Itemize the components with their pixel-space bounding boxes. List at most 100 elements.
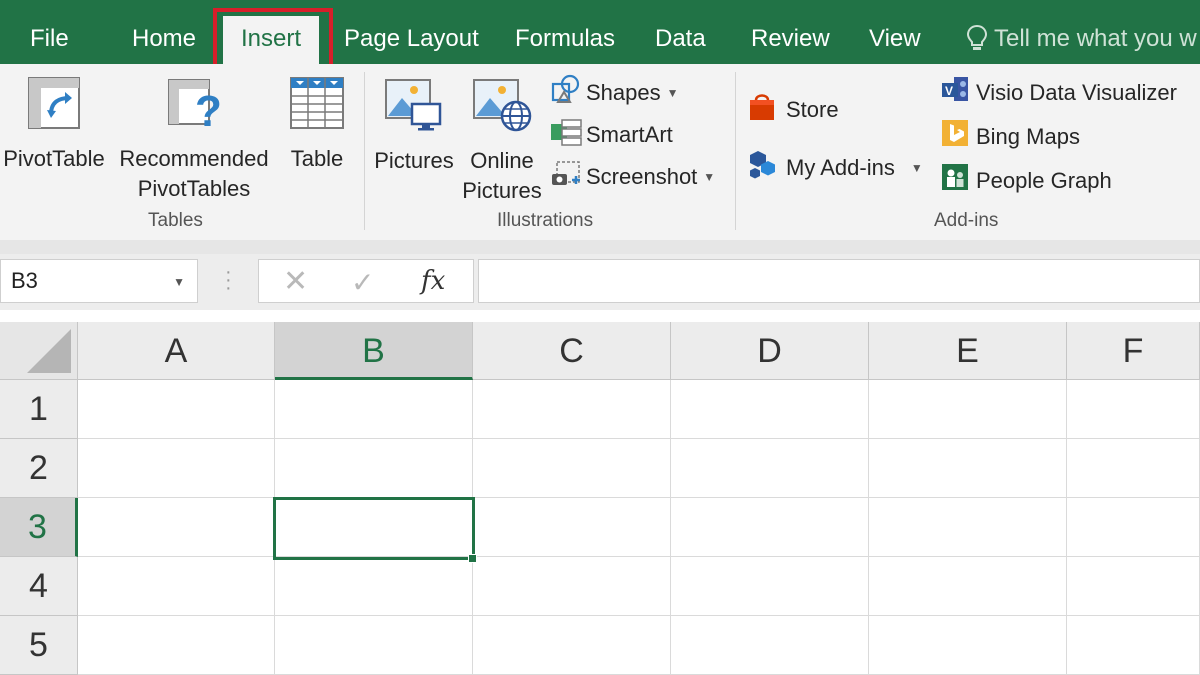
cell-f5[interactable]: [1067, 616, 1200, 675]
select-all-button[interactable]: [0, 322, 78, 380]
pictures-label: Pictures: [374, 148, 454, 173]
cell-c5[interactable]: [473, 616, 671, 675]
cell-e3[interactable]: [869, 498, 1067, 557]
online-pictures-icon: [460, 74, 544, 142]
cell-b3[interactable]: [275, 498, 473, 557]
group-label-addins: Add-ins: [934, 210, 999, 231]
tab-page-layout[interactable]: Page Layout: [344, 22, 479, 56]
group-label-illustrations: Illustrations: [497, 210, 594, 231]
smartart-button[interactable]: SmartArt: [550, 116, 673, 154]
cell-e1[interactable]: [869, 380, 1067, 439]
cell-f4[interactable]: [1067, 557, 1200, 616]
cell-a5[interactable]: [78, 616, 275, 675]
smartart-label: SmartArt: [586, 122, 673, 147]
row-header-3[interactable]: 3: [0, 498, 78, 557]
smartart-icon: [550, 116, 586, 154]
cell-d3[interactable]: [671, 498, 869, 557]
column-header-b[interactable]: B: [275, 322, 473, 380]
tell-me-search[interactable]: Tell me what you w: [966, 22, 1197, 62]
name-box[interactable]: B3 ▼: [0, 259, 198, 303]
visio-data-visualizer-button[interactable]: V Visio Data Visualizer: [940, 74, 1177, 112]
recommended-pivottables-button[interactable]: ? Recommended PivotTables: [114, 74, 274, 204]
insert-function-icon[interactable]: fx: [421, 266, 445, 296]
cell-a2[interactable]: [78, 439, 275, 498]
my-addins-button[interactable]: My Add-ins ▼: [746, 148, 923, 188]
ribbon-insert: PivotTable ? Recommended PivotTables Tab…: [0, 64, 1200, 240]
chevron-down-icon: ▼: [910, 161, 923, 175]
cell-c1[interactable]: [473, 380, 671, 439]
drag-handle-icon[interactable]: · · ·: [225, 262, 232, 298]
people-graph-label: People Graph: [976, 168, 1112, 193]
tab-file[interactable]: File: [30, 22, 69, 56]
row-header-2[interactable]: 2: [0, 439, 78, 498]
my-addins-icon: [746, 148, 782, 188]
recommended-label-line2: PivotTables: [137, 176, 251, 201]
lightbulb-icon: [966, 24, 988, 62]
cell-b4[interactable]: [275, 557, 473, 616]
column-header-e[interactable]: E: [869, 322, 1067, 380]
enter-check-icon[interactable]: ✓: [351, 266, 374, 299]
tab-home[interactable]: Home: [132, 22, 196, 56]
screenshot-icon: [550, 158, 586, 196]
spreadsheet-grid: A B C D E F 1 2 3 4 5: [0, 322, 1200, 675]
fill-handle[interactable]: [468, 554, 477, 563]
online-pictures-button[interactable]: Online Pictures: [460, 74, 544, 206]
tab-formulas[interactable]: Formulas: [515, 22, 615, 56]
column-header-c[interactable]: C: [473, 322, 671, 380]
cell-c4[interactable]: [473, 557, 671, 616]
cancel-icon[interactable]: ✕: [283, 264, 308, 299]
cell-d1[interactable]: [671, 380, 869, 439]
row-header-4[interactable]: 4: [0, 557, 78, 616]
tab-review[interactable]: Review: [751, 22, 830, 56]
cell-d5[interactable]: [671, 616, 869, 675]
store-button[interactable]: Store: [746, 90, 839, 130]
bing-maps-icon: [940, 118, 976, 156]
ribbon-tab-bar: File Home Insert Page Layout Formulas Da…: [0, 0, 1200, 64]
cell-a4[interactable]: [78, 557, 275, 616]
svg-text:V: V: [945, 84, 953, 98]
pictures-button[interactable]: Pictures: [372, 74, 456, 176]
bing-maps-label: Bing Maps: [976, 124, 1080, 149]
row-header-5[interactable]: 5: [0, 616, 78, 675]
chevron-down-icon: ▼: [666, 86, 679, 100]
column-header-d[interactable]: D: [671, 322, 869, 380]
screenshot-button[interactable]: Screenshot ▼: [550, 158, 715, 196]
tell-me-text: Tell me what you w: [994, 25, 1197, 52]
bing-maps-button[interactable]: Bing Maps: [940, 118, 1080, 156]
cell-c3[interactable]: [473, 498, 671, 557]
pictures-icon: [372, 74, 456, 142]
cell-b1[interactable]: [275, 380, 473, 439]
cell-e4[interactable]: [869, 557, 1067, 616]
cell-c2[interactable]: [473, 439, 671, 498]
tab-insert[interactable]: Insert: [223, 16, 320, 64]
table-button[interactable]: Table: [282, 74, 352, 174]
name-box-value: B3: [11, 268, 38, 293]
recommended-label-line1: Recommended: [119, 146, 269, 171]
cell-a3[interactable]: [78, 498, 275, 557]
chevron-down-icon[interactable]: ▼: [173, 275, 185, 289]
cell-d4[interactable]: [671, 557, 869, 616]
shapes-button[interactable]: Shapes ▼: [550, 74, 679, 112]
store-label: Store: [786, 97, 839, 122]
formula-input[interactable]: [478, 259, 1200, 303]
cell-e2[interactable]: [869, 439, 1067, 498]
ribbon-bottom-strip: [0, 240, 1200, 254]
column-header-a[interactable]: A: [78, 322, 275, 380]
row-header-1[interactable]: 1: [0, 380, 78, 439]
recommended-pivottables-icon: ?: [114, 74, 274, 140]
cell-f1[interactable]: [1067, 380, 1200, 439]
cell-b2[interactable]: [275, 439, 473, 498]
shapes-label: Shapes: [586, 80, 661, 105]
tab-view[interactable]: View: [869, 22, 921, 56]
cell-d2[interactable]: [671, 439, 869, 498]
people-graph-button[interactable]: People Graph: [940, 162, 1112, 200]
cell-a1[interactable]: [78, 380, 275, 439]
cell-f2[interactable]: [1067, 439, 1200, 498]
cell-f3[interactable]: [1067, 498, 1200, 557]
cell-e5[interactable]: [869, 616, 1067, 675]
tab-data[interactable]: Data: [655, 22, 706, 56]
pivottable-button[interactable]: PivotTable: [2, 74, 106, 174]
cell-b5[interactable]: [275, 616, 473, 675]
select-all-triangle-icon: [27, 329, 71, 373]
column-header-f[interactable]: F: [1067, 322, 1200, 380]
